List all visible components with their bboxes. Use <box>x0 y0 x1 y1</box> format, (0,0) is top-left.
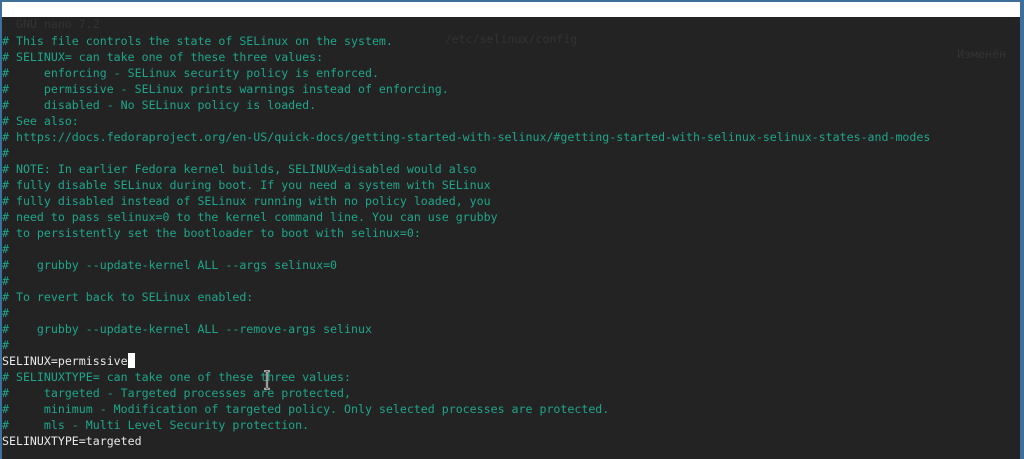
line-text: # SELINUX= can take one of these three v… <box>2 50 324 64</box>
line-text: SELINUX=permissive <box>2 354 128 368</box>
line-text: # enforcing - SELinux security policy is… <box>2 66 379 80</box>
line-text: # grubby --update-kernel ALL --args seli… <box>2 258 338 272</box>
comment-line: # fully disabled instead of SELinux runn… <box>2 193 1020 209</box>
terminal-window: GNU nano 7.2 /etc/selinux/config Изменён… <box>2 2 1020 459</box>
line-text: # targeted - Targeted processes are prot… <box>2 386 352 400</box>
comment-line: # SELINUXTYPE= can take one of these thr… <box>2 369 1020 385</box>
comment-line: # <box>2 337 1020 353</box>
comment-line: # <box>2 241 1020 257</box>
comment-line: # disabled - No SELinux policy is loaded… <box>2 97 1020 113</box>
line-text: # <box>2 338 9 352</box>
line-text: # fully disable SELinux during boot. If … <box>2 178 491 192</box>
line-text: # <box>2 274 9 288</box>
comment-line: # SELINUX= can take one of these three v… <box>2 49 1020 65</box>
comment-line: # need to pass selinux=0 to the kernel c… <box>2 209 1020 225</box>
line-text: # grubby --update-kernel ALL --remove-ar… <box>2 322 372 336</box>
line-text: # to persistently set the bootloader to … <box>2 226 421 240</box>
line-text: # mls - Multi Level Security protection. <box>2 418 310 432</box>
line-text: # fully disabled instead of SELinux runn… <box>2 194 491 208</box>
comment-line: # https://docs.fedoraproject.org/en-US/q… <box>2 129 1020 145</box>
line-text: # SELINUXTYPE= can take one of these thr… <box>2 370 352 384</box>
line-text: # This file controls the state of SELinu… <box>2 34 393 48</box>
line-text: # permissive - SELinux prints warnings i… <box>2 82 449 96</box>
comment-line: # <box>2 145 1020 161</box>
config-line: SELINUXTYPE=targeted <box>2 433 1020 449</box>
line-text: # To revert back to SELinux enabled: <box>2 290 254 304</box>
text-cursor <box>127 353 135 368</box>
comment-line: # To revert back to SELinux enabled: <box>2 289 1020 305</box>
line-text: # <box>2 242 9 256</box>
comment-line: # This file controls the state of SELinu… <box>2 33 1020 49</box>
comment-line: # targeted - Targeted processes are prot… <box>2 385 1020 401</box>
comment-line: # grubby --update-kernel ALL --remove-ar… <box>2 321 1020 337</box>
comment-line: # permissive - SELinux prints warnings i… <box>2 81 1020 97</box>
line-text: # minimum - Modification of targeted pol… <box>2 402 610 416</box>
line-text: # See also: <box>2 114 79 128</box>
line-text: # https://docs.fedoraproject.org/en-US/q… <box>2 130 931 144</box>
comment-line: # NOTE: In earlier Fedora kernel builds,… <box>2 161 1020 177</box>
comment-line: # fully disable SELinux during boot. If … <box>2 177 1020 193</box>
line-text: # disabled - No SELinux policy is loaded… <box>2 98 317 112</box>
ibeam-cursor-icon <box>264 370 270 390</box>
line-text: # <box>2 306 9 320</box>
line-text: # need to pass selinux=0 to the kernel c… <box>2 210 498 224</box>
comment-line: # <box>2 305 1020 321</box>
comment-line: # to persistently set the bootloader to … <box>2 225 1020 241</box>
line-text: # <box>2 146 9 160</box>
line-text: SELINUXTYPE=targeted <box>2 434 142 448</box>
comment-line: # grubby --update-kernel ALL --args seli… <box>2 257 1020 273</box>
editor-buffer[interactable]: # This file controls the state of SELinu… <box>2 33 1020 449</box>
comment-line: # <box>2 273 1020 289</box>
line-text: # NOTE: In earlier Fedora kernel builds,… <box>2 162 477 176</box>
comment-line: # mls - Multi Level Security protection. <box>2 417 1020 433</box>
app-version: GNU nano 7.2 <box>16 17 100 31</box>
comment-line: # See also: <box>2 113 1020 129</box>
config-line: SELINUX=permissive <box>2 353 1020 369</box>
comment-line: # enforcing - SELinux security policy is… <box>2 65 1020 81</box>
nano-title-bar: GNU nano 7.2 /etc/selinux/config Изменён <box>2 2 1020 61</box>
comment-line: # minimum - Modification of targeted pol… <box>2 401 1020 417</box>
